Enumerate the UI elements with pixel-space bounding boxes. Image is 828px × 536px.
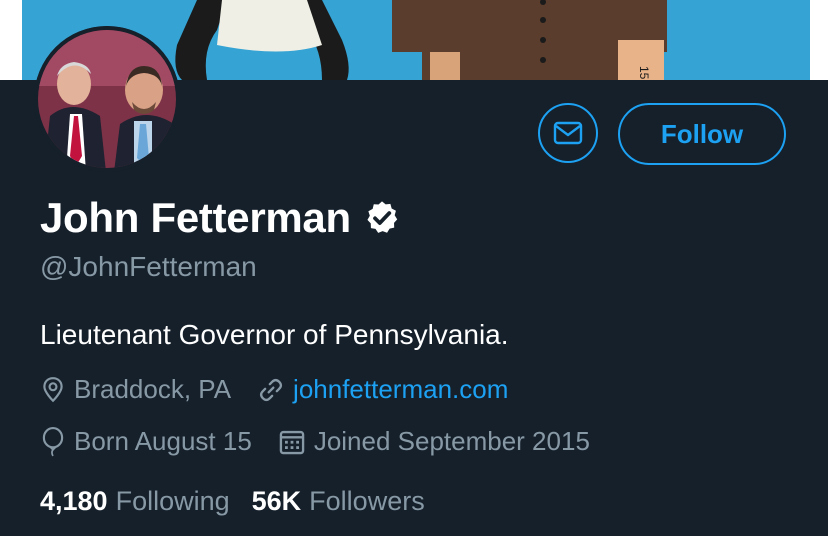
display-name: John Fetterman [40, 194, 351, 241]
birthday-text: Born August 15 [74, 426, 252, 456]
website-item: johnfetterman.com [257, 374, 508, 405]
avatar[interactable] [34, 26, 180, 172]
profile-meta-row-2: Born August 15 Joined September 2015 [40, 426, 616, 457]
follow-button[interactable]: Follow [618, 103, 786, 165]
profile-bio: Lieutenant Governor of Pennsylvania. [40, 319, 509, 350]
map-pin-icon [43, 376, 63, 402]
joined-item: Joined September 2015 [278, 426, 590, 457]
calendar-icon [279, 430, 305, 454]
message-button[interactable] [538, 103, 598, 163]
profile-actions: Follow [538, 103, 786, 165]
followers-link[interactable]: 56K Followers [252, 486, 425, 517]
follow-stats: 4,180 Following 56K Followers [40, 486, 425, 517]
following-label: Following [115, 486, 230, 516]
envelope-icon [553, 121, 583, 145]
verified-badge-icon [367, 201, 398, 233]
banner-figure-text: 15 [637, 66, 651, 80]
balloon-icon [42, 426, 64, 456]
profile-meta-row-1: Braddock, PA johnfetterman.com [40, 374, 534, 405]
following-count: 4,180 [40, 486, 108, 516]
birthday-item: Born August 15 [40, 426, 252, 457]
username-handle: @JohnFetterman [40, 251, 257, 282]
location-text: Braddock, PA [74, 374, 232, 404]
location-item: Braddock, PA [40, 374, 231, 405]
joined-text: Joined September 2015 [313, 426, 590, 456]
name-row: John Fetterman [40, 194, 401, 242]
link-icon [259, 378, 283, 401]
following-link[interactable]: 4,180 Following [40, 486, 230, 517]
followers-count: 56K [251, 486, 302, 516]
followers-label: Followers [309, 486, 425, 516]
website-link[interactable]: johnfetterman.com [293, 374, 508, 405]
follow-button-label: Follow [660, 118, 744, 149]
